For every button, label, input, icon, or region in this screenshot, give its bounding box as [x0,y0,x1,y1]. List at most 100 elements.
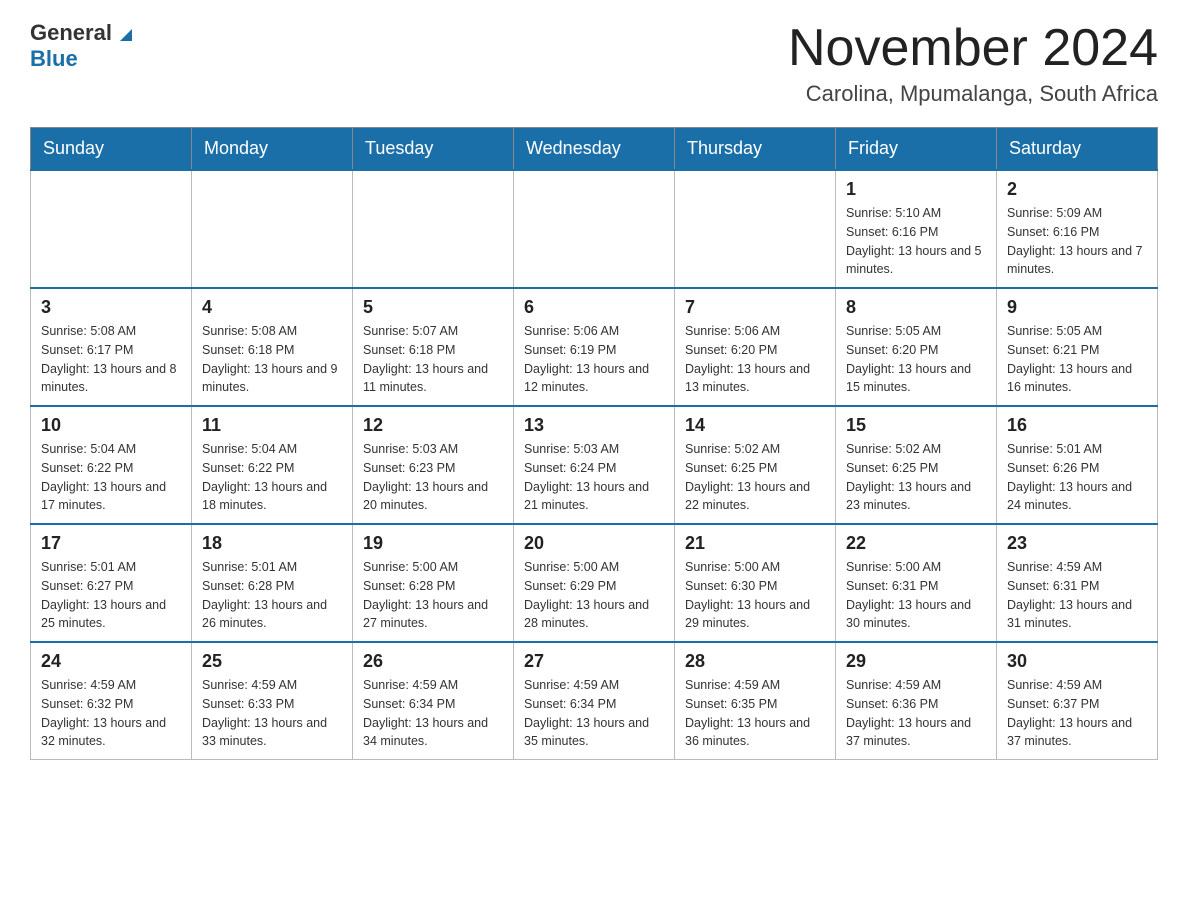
calendar-cell: 29 Sunrise: 4:59 AM Sunset: 6:36 PM Dayli… [836,642,997,760]
day-info: Sunrise: 5:10 AM Sunset: 6:16 PM Dayligh… [846,204,986,279]
logo-blue-text: Blue [30,46,78,71]
calendar-cell [31,170,192,288]
day-info: Sunrise: 5:07 AM Sunset: 6:18 PM Dayligh… [363,322,503,397]
day-number: 24 [41,651,181,672]
calendar-cell [514,170,675,288]
calendar-cell: 8 Sunrise: 5:05 AM Sunset: 6:20 PM Daylig… [836,288,997,406]
weekday-header-row: SundayMondayTuesdayWednesdayThursdayFrid… [31,128,1158,171]
day-number: 23 [1007,533,1147,554]
day-number: 27 [524,651,664,672]
day-info: Sunrise: 5:01 AM Sunset: 6:27 PM Dayligh… [41,558,181,633]
day-number: 13 [524,415,664,436]
calendar-table: SundayMondayTuesdayWednesdayThursdayFrid… [30,127,1158,760]
logo-general-text: General [30,20,112,46]
day-number: 16 [1007,415,1147,436]
day-info: Sunrise: 5:00 AM Sunset: 6:31 PM Dayligh… [846,558,986,633]
logo: General Blue [30,20,136,72]
calendar-cell [353,170,514,288]
calendar-cell: 24 Sunrise: 4:59 AM Sunset: 6:32 PM Dayli… [31,642,192,760]
day-info: Sunrise: 5:04 AM Sunset: 6:22 PM Dayligh… [202,440,342,515]
day-info: Sunrise: 5:00 AM Sunset: 6:30 PM Dayligh… [685,558,825,633]
day-info: Sunrise: 5:05 AM Sunset: 6:20 PM Dayligh… [846,322,986,397]
day-info: Sunrise: 5:00 AM Sunset: 6:28 PM Dayligh… [363,558,503,633]
week-row-1: 1 Sunrise: 5:10 AM Sunset: 6:16 PM Daylig… [31,170,1158,288]
calendar-cell: 20Sunrise: 5:00 AM Sunset: 6:29 PM Dayli… [514,524,675,642]
day-info: Sunrise: 5:08 AM Sunset: 6:18 PM Dayligh… [202,322,342,397]
day-number: 26 [363,651,503,672]
calendar-cell: 18 Sunrise: 5:01 AM Sunset: 6:28 PM Dayli… [192,524,353,642]
calendar-cell: 28Sunrise: 4:59 AM Sunset: 6:35 PM Dayli… [675,642,836,760]
calendar-cell: 10 Sunrise: 5:04 AM Sunset: 6:22 PM Dayli… [31,406,192,524]
day-info: Sunrise: 4:59 AM Sunset: 6:33 PM Dayligh… [202,676,342,751]
day-info: Sunrise: 5:01 AM Sunset: 6:26 PM Dayligh… [1007,440,1147,515]
day-info: Sunrise: 5:06 AM Sunset: 6:20 PM Dayligh… [685,322,825,397]
day-number: 25 [202,651,342,672]
day-number: 12 [363,415,503,436]
calendar-cell: 26Sunrise: 4:59 AM Sunset: 6:34 PM Dayli… [353,642,514,760]
title-block: November 2024 Carolina, Mpumalanga, Sout… [788,20,1158,107]
calendar-cell: 3Sunrise: 5:08 AM Sunset: 6:17 PM Daylig… [31,288,192,406]
day-number: 7 [685,297,825,318]
calendar-cell: 30Sunrise: 4:59 AM Sunset: 6:37 PM Dayli… [997,642,1158,760]
calendar-cell: 5 Sunrise: 5:07 AM Sunset: 6:18 PM Daylig… [353,288,514,406]
day-number: 19 [363,533,503,554]
day-number: 22 [846,533,986,554]
calendar-cell: 16 Sunrise: 5:01 AM Sunset: 6:26 PM Dayli… [997,406,1158,524]
calendar-cell: 17 Sunrise: 5:01 AM Sunset: 6:27 PM Dayli… [31,524,192,642]
day-info: Sunrise: 5:08 AM Sunset: 6:17 PM Dayligh… [41,322,181,397]
calendar-cell: 12Sunrise: 5:03 AM Sunset: 6:23 PM Dayli… [353,406,514,524]
weekday-header-saturday: Saturday [997,128,1158,171]
calendar-cell: 1 Sunrise: 5:10 AM Sunset: 6:16 PM Daylig… [836,170,997,288]
day-info: Sunrise: 5:00 AM Sunset: 6:29 PM Dayligh… [524,558,664,633]
calendar-cell: 6 Sunrise: 5:06 AM Sunset: 6:19 PM Daylig… [514,288,675,406]
week-row-5: 24 Sunrise: 4:59 AM Sunset: 6:32 PM Dayli… [31,642,1158,760]
weekday-header-sunday: Sunday [31,128,192,171]
day-info: Sunrise: 4:59 AM Sunset: 6:35 PM Dayligh… [685,676,825,751]
weekday-header-wednesday: Wednesday [514,128,675,171]
day-number: 1 [846,179,986,200]
location-title: Carolina, Mpumalanga, South Africa [788,81,1158,107]
calendar-cell: 9Sunrise: 5:05 AM Sunset: 6:21 PM Daylig… [997,288,1158,406]
day-number: 8 [846,297,986,318]
month-title: November 2024 [788,20,1158,77]
day-info: Sunrise: 4:59 AM Sunset: 6:32 PM Dayligh… [41,676,181,751]
day-info: Sunrise: 5:04 AM Sunset: 6:22 PM Dayligh… [41,440,181,515]
calendar-cell: 22 Sunrise: 5:00 AM Sunset: 6:31 PM Dayli… [836,524,997,642]
day-number: 21 [685,533,825,554]
day-info: Sunrise: 5:01 AM Sunset: 6:28 PM Dayligh… [202,558,342,633]
logo-triangle-icon [114,23,136,45]
calendar-cell: 14 Sunrise: 5:02 AM Sunset: 6:25 PM Dayli… [675,406,836,524]
calendar-cell [675,170,836,288]
calendar-cell: 15 Sunrise: 5:02 AM Sunset: 6:25 PM Dayli… [836,406,997,524]
weekday-header-tuesday: Tuesday [353,128,514,171]
week-row-2: 3Sunrise: 5:08 AM Sunset: 6:17 PM Daylig… [31,288,1158,406]
day-number: 11 [202,415,342,436]
calendar-cell: 13Sunrise: 5:03 AM Sunset: 6:24 PM Dayli… [514,406,675,524]
day-info: Sunrise: 4:59 AM Sunset: 6:36 PM Dayligh… [846,676,986,751]
day-info: Sunrise: 5:02 AM Sunset: 6:25 PM Dayligh… [846,440,986,515]
day-number: 4 [202,297,342,318]
day-number: 14 [685,415,825,436]
day-number: 18 [202,533,342,554]
calendar-cell: 25 Sunrise: 4:59 AM Sunset: 6:33 PM Dayli… [192,642,353,760]
calendar-cell: 11 Sunrise: 5:04 AM Sunset: 6:22 PM Dayli… [192,406,353,524]
day-number: 5 [363,297,503,318]
calendar-cell: 21 Sunrise: 5:00 AM Sunset: 6:30 PM Dayli… [675,524,836,642]
day-info: Sunrise: 5:02 AM Sunset: 6:25 PM Dayligh… [685,440,825,515]
day-info: Sunrise: 5:09 AM Sunset: 6:16 PM Dayligh… [1007,204,1147,279]
day-number: 30 [1007,651,1147,672]
day-number: 10 [41,415,181,436]
week-row-3: 10 Sunrise: 5:04 AM Sunset: 6:22 PM Dayli… [31,406,1158,524]
day-number: 17 [41,533,181,554]
day-number: 6 [524,297,664,318]
day-number: 15 [846,415,986,436]
calendar-cell: 23Sunrise: 4:59 AM Sunset: 6:31 PM Dayli… [997,524,1158,642]
calendar-cell: 4 Sunrise: 5:08 AM Sunset: 6:18 PM Daylig… [192,288,353,406]
day-info: Sunrise: 4:59 AM Sunset: 6:34 PM Dayligh… [524,676,664,751]
day-info: Sunrise: 5:06 AM Sunset: 6:19 PM Dayligh… [524,322,664,397]
calendar-cell [192,170,353,288]
page-header: General Blue November 2024 Carolina, Mpu… [30,20,1158,107]
weekday-header-monday: Monday [192,128,353,171]
day-number: 29 [846,651,986,672]
weekday-header-thursday: Thursday [675,128,836,171]
